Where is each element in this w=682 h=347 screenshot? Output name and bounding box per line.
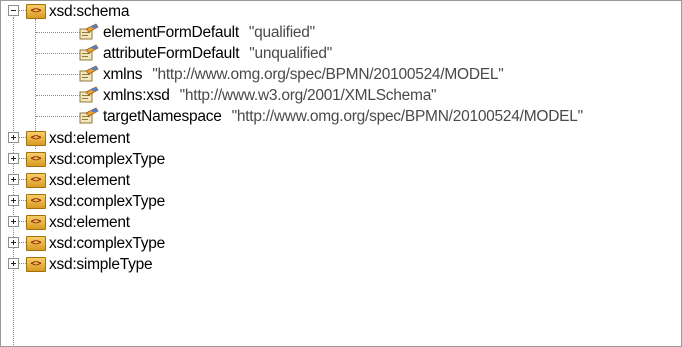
- tree-node-element[interactable]: <> xsd:complexType: [1, 149, 681, 170]
- tree-node-element[interactable]: <> xsd:element: [1, 128, 681, 149]
- tree-node-element[interactable]: <> xsd:element: [1, 170, 681, 191]
- tree-node-attribute[interactable]: attributeFormDefault "unqualified": [1, 43, 681, 64]
- xml-element-icon: <>: [26, 257, 46, 272]
- node-label: xsd:complexType: [49, 193, 165, 210]
- attribute-value: "http://www.omg.org/spec/BPMN/20100524/M…: [152, 66, 504, 83]
- tree-line: [36, 32, 80, 33]
- xml-attribute-icon: [79, 86, 99, 104]
- tree-node-element[interactable]: <> xsd:simpleType: [1, 254, 681, 275]
- tree-line: [19, 263, 26, 264]
- attribute-entry: targetNamespace "http://www.omg.org/spec/…: [103, 107, 583, 126]
- tree-line: [36, 95, 80, 96]
- xml-element-icon: <>: [26, 152, 46, 167]
- xml-tree-view[interactable]: <> xsd:schema elementFormDefault "qualifi…: [0, 0, 682, 347]
- attribute-value: "http://www.omg.org/spec/BPMN/20100524/M…: [231, 108, 584, 125]
- tree-node-attribute[interactable]: targetNamespace "http://www.omg.org/spec/…: [1, 106, 681, 127]
- tree-node-element[interactable]: <> xsd:complexType: [1, 191, 681, 212]
- node-label: xsd:complexType: [49, 235, 165, 252]
- tree-line: [19, 221, 26, 222]
- xml-element-icon: <>: [26, 236, 46, 251]
- xml-attribute-icon: [79, 65, 99, 83]
- node-label: xsd:element: [49, 130, 130, 147]
- tree-line: [36, 116, 80, 117]
- attribute-entry: attributeFormDefault "unqualified": [103, 44, 332, 63]
- tree-line: [19, 10, 26, 11]
- attribute-name: elementFormDefault: [103, 24, 239, 41]
- node-label: xsd:complexType: [49, 151, 165, 168]
- expand-toggle[interactable]: [8, 237, 19, 248]
- node-label: xsd:element: [49, 214, 130, 231]
- attribute-value: "qualified": [248, 24, 315, 41]
- tree-node-element[interactable]: <> xsd:complexType: [1, 233, 681, 254]
- tree-node-attribute[interactable]: xmlns:xsd "http://www.w3.org/2001/XMLSche…: [1, 85, 681, 106]
- expand-toggle[interactable]: [8, 132, 19, 143]
- expand-toggle[interactable]: [8, 216, 19, 227]
- attribute-entry: elementFormDefault "qualified": [103, 23, 315, 42]
- node-label: xsd:schema: [49, 3, 130, 20]
- tree-line: [36, 53, 80, 54]
- xml-attribute-icon: [79, 44, 99, 62]
- tree-line: [19, 200, 26, 201]
- attribute-name: xmlns: [103, 66, 143, 83]
- attribute-value: "unqualified": [249, 45, 333, 62]
- attribute-name: xmlns:xsd: [103, 87, 170, 104]
- expand-toggle[interactable]: [8, 195, 19, 206]
- xml-element-icon: <>: [26, 131, 46, 146]
- tree-node-element[interactable]: <> xsd:element: [1, 212, 681, 233]
- tree-line: [19, 158, 26, 159]
- attribute-entry: xmlns "http://www.omg.org/spec/BPMN/20100…: [103, 65, 504, 84]
- attribute-name: attributeFormDefault: [103, 45, 240, 62]
- tree-line: [19, 242, 26, 243]
- expand-toggle[interactable]: [8, 153, 19, 164]
- attribute-name: targetNamespace: [103, 108, 222, 125]
- attribute-entry: xmlns:xsd "http://www.w3.org/2001/XMLSche…: [103, 86, 437, 105]
- tree-line: [36, 74, 80, 75]
- xml-element-icon: <>: [26, 215, 46, 230]
- xml-attribute-icon: [79, 107, 99, 125]
- expand-toggle[interactable]: [8, 258, 19, 269]
- node-label: xsd:element: [49, 172, 130, 189]
- tree-line: [19, 137, 26, 138]
- xml-element-icon: <>: [26, 194, 46, 209]
- node-label: xsd:simpleType: [49, 256, 153, 273]
- attribute-value: "http://www.w3.org/2001/XMLSchema": [179, 87, 437, 104]
- tree-node-root[interactable]: <> xsd:schema: [1, 1, 681, 22]
- xml-element-icon: <>: [26, 4, 46, 19]
- xml-element-icon: <>: [26, 173, 46, 188]
- collapse-toggle[interactable]: [8, 5, 19, 16]
- xml-attribute-icon: [79, 23, 99, 41]
- tree-node-attribute[interactable]: xmlns "http://www.omg.org/spec/BPMN/20100…: [1, 64, 681, 85]
- expand-toggle[interactable]: [8, 174, 19, 185]
- tree-node-attribute[interactable]: elementFormDefault "qualified": [1, 22, 681, 43]
- tree-line: [19, 179, 26, 180]
